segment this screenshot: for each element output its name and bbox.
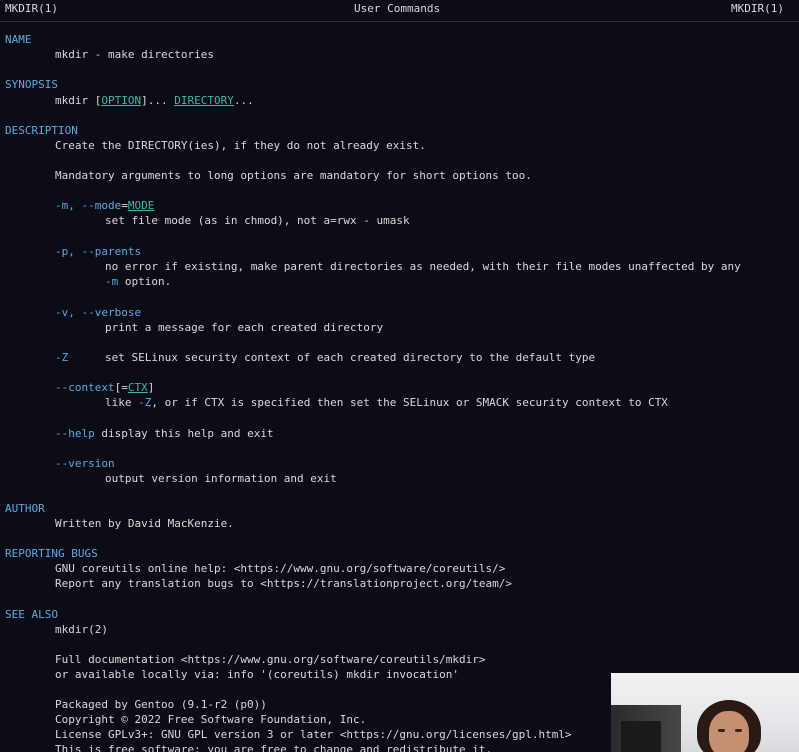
see-also-line-4: Copyright © 2022 Free Software Foundatio… xyxy=(55,713,367,726)
option-version-flag: --version xyxy=(55,457,115,470)
option-verbose-flag: -v, --verbose xyxy=(55,306,142,319)
option-context: --context[=CTX] xyxy=(55,381,154,394)
author-text: Written by David MacKenzie. xyxy=(55,517,234,530)
section-see-also-heading: SEE ALSO xyxy=(5,608,58,621)
header-right: MKDIR(1) xyxy=(731,2,784,15)
synopsis-ellipsis: ... xyxy=(233,94,254,107)
synopsis-bracket-close: ]... xyxy=(141,94,168,107)
bugs-line-1: GNU coreutils online help: <https://www.… xyxy=(55,562,506,575)
option-context-arg: CTX xyxy=(127,381,148,394)
section-synopsis-heading: SYNOPSIS xyxy=(5,78,58,91)
see-also-line-3: Packaged by Gentoo (9.1-r2 (p0)) xyxy=(55,698,267,711)
option-verbose-desc: print a message for each created directo… xyxy=(105,321,384,334)
option-context-desc: like -Z, or if CTX is specified then set… xyxy=(105,396,668,409)
webcam-person-eye-left xyxy=(718,729,725,732)
see-also-line-5: License GPLv3+: GNU GPL version 3 or lat… xyxy=(55,728,572,741)
section-description-heading: DESCRIPTION xyxy=(5,124,78,137)
option-context-desc-pre: like xyxy=(105,396,139,409)
option-version-desc: output version information and exit xyxy=(105,472,337,485)
option-z-desc: set SELinux security context of each cre… xyxy=(105,351,596,364)
option-help-flag: --help xyxy=(55,427,95,440)
description-line-1: Create the DIRECTORY(ies), if they do no… xyxy=(55,139,426,152)
see-also-line-1: Full documentation <https://www.gnu.org/… xyxy=(55,653,486,666)
option-help: --help display this help and exit xyxy=(55,427,274,440)
section-name-heading: NAME xyxy=(5,33,32,46)
synopsis-line: mkdir [OPTION]... DIRECTORY... xyxy=(55,94,254,107)
synopsis-directory: DIRECTORY xyxy=(174,94,234,107)
option-mode-arg: MODE xyxy=(127,199,155,212)
section-bugs-heading: REPORTING BUGS xyxy=(5,547,98,560)
terminal-window[interactable]: MKDIR(1) User Commands MKDIR(1) NAME mkd… xyxy=(0,0,799,752)
header-left: MKDIR(1) xyxy=(5,2,58,15)
option-context-desc-flag: -Z xyxy=(138,396,152,409)
section-author-heading: AUTHOR xyxy=(5,502,45,515)
see-also-ref: mkdir(2) xyxy=(55,623,108,636)
option-context-close: ] xyxy=(147,381,155,394)
webcam-overlay xyxy=(611,673,799,752)
see-also-line-6: This is free software: you are free to c… xyxy=(55,743,493,752)
header-divider xyxy=(0,21,799,22)
option-mode-flag: -m, --mode xyxy=(55,199,122,212)
synopsis-option: OPTION xyxy=(101,94,142,107)
option-parents-desc-text: option. xyxy=(118,275,172,288)
option-context-open: [= xyxy=(114,381,128,394)
option-mode-desc: set file mode (as in chmod), not a=rwx -… xyxy=(105,214,410,227)
see-also-line-2: or available locally via: info '(coreuti… xyxy=(55,668,459,681)
webcam-person-eye-right xyxy=(735,729,742,732)
description-line-2: Mandatory arguments to long options are … xyxy=(55,169,532,182)
synopsis-command: mkdir xyxy=(55,94,89,107)
option-mode: -m, --mode=MODE xyxy=(55,199,154,212)
webcam-background-object xyxy=(621,721,661,752)
header-center: User Commands xyxy=(354,2,441,15)
option-parents-desc-1: no error if existing, make parent direct… xyxy=(105,260,741,273)
option-context-flag: --context xyxy=(55,381,115,394)
option-help-desc: display this help and exit xyxy=(94,427,274,440)
bugs-line-2: Report any translation bugs to <https://… xyxy=(55,577,512,590)
option-mode-eq: = xyxy=(121,199,128,212)
option-parents-desc-2: -m option. xyxy=(105,275,171,288)
webcam-person-face xyxy=(709,711,749,752)
option-z-flag: -Z xyxy=(55,351,69,364)
name-text: mkdir - make directories xyxy=(55,48,214,61)
option-context-desc-text: , or if CTX is specified then set the SE… xyxy=(151,396,668,409)
option-parents-flag: -p, --parents xyxy=(55,245,142,258)
option-parents-desc-flag: -m xyxy=(105,275,119,288)
